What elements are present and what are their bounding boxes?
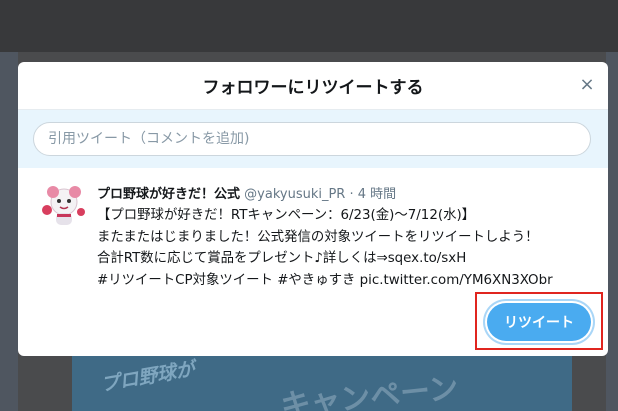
tweet-line: 【プロ野球が好きだ！RTキャンペーン：6/23(金)〜7/12(水)】: [97, 208, 476, 223]
quote-tweet-area: [18, 110, 608, 168]
dialog-title: フォロワーにリツイートする: [202, 78, 424, 98]
dialog-header: フォロワーにリツイートする ×: [18, 62, 608, 110]
tweet-header: プロ野球が好きだ！公式 @yakyusuki_PR · 4 時間: [97, 183, 396, 202]
avatar: [42, 186, 85, 225]
author-name[interactable]: プロ野球が好きだ！公式: [97, 187, 240, 202]
background-header: [0, 0, 618, 52]
tweet-timestamp[interactable]: 4 時間: [358, 187, 396, 202]
tweet-line: #リツイートCP対象ツイート #やきゅすき pic.twitter.com/YM…: [97, 272, 553, 288]
background-left-edge: [0, 52, 18, 411]
meta-separator: ·: [349, 187, 354, 202]
tweet-line: またまたはじまりました！公式発信の対象ツイートをリツイートしよう！: [97, 229, 539, 245]
quote-tweet-input[interactable]: [33, 122, 591, 156]
highlight-annotation: [475, 292, 603, 350]
author-handle[interactable]: @yakyusuki_PR: [244, 187, 345, 202]
close-icon[interactable]: ×: [576, 74, 598, 96]
tweet-line: 合計RT数に応じて賞品をプレゼント♪詳しくは⇒sqex.to/sxH: [97, 251, 467, 266]
tweet-text: 【プロ野球が好きだ！RTキャンペーン：6/23(金)〜7/12(水)】 またまた…: [97, 205, 597, 291]
